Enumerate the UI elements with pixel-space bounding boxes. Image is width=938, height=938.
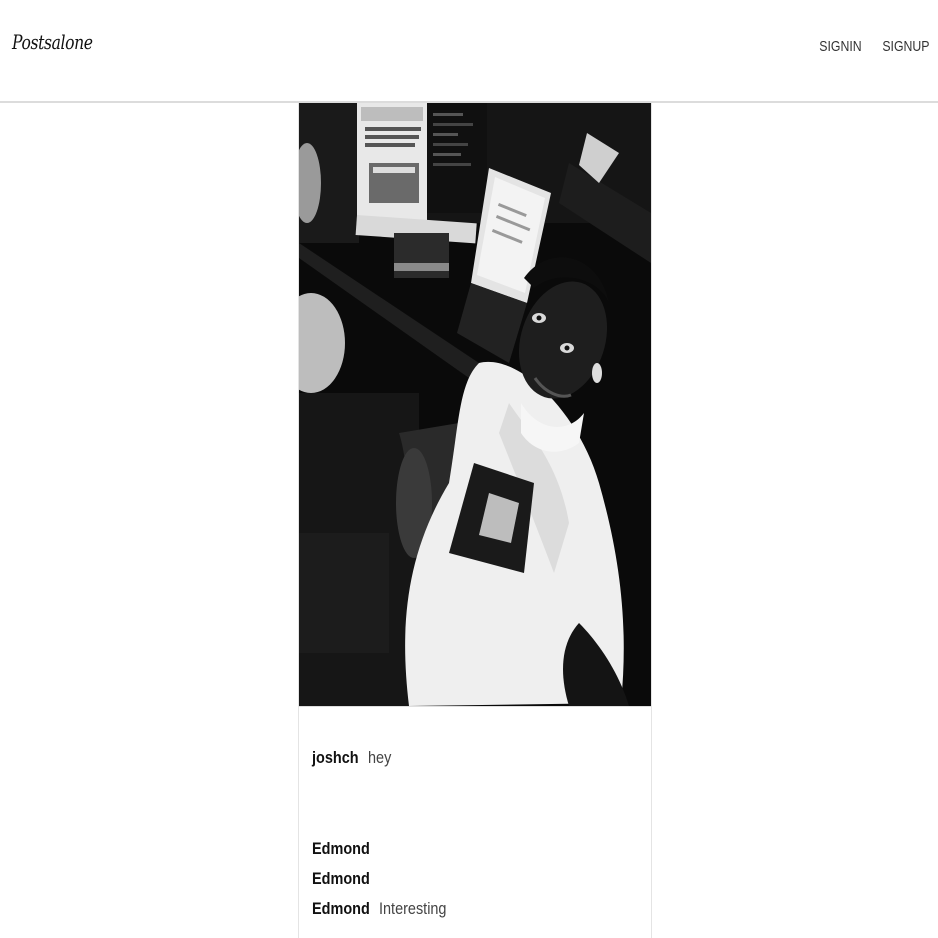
top-navbar: Postsalone SIGNIN SIGNUP <box>0 0 938 103</box>
post-card: joshch hey Edmond Edmond Edmond Interest… <box>298 103 652 938</box>
post-author[interactable]: joshch <box>312 748 359 768</box>
comment-user[interactable]: Edmond <box>312 837 370 861</box>
post-caption: joshch hey <box>312 748 395 768</box>
photo-divider <box>299 706 651 707</box>
comment-text: Interesting <box>378 899 447 918</box>
comment-user[interactable]: Edmond <box>312 867 370 891</box>
comment-user[interactable]: Edmond <box>312 897 370 921</box>
photo-illustration <box>299 103 651 706</box>
signup-link[interactable]: SIGNUP <box>883 38 930 55</box>
site-logo[interactable]: Postsalone <box>12 30 93 54</box>
auth-nav: SIGNIN SIGNUP <box>810 38 930 55</box>
post-caption-text: hey <box>367 748 391 767</box>
post-photo[interactable] <box>299 103 651 706</box>
comments-list: Edmond Edmond Edmond Interesting <box>312 837 458 927</box>
signin-link[interactable]: SIGNIN <box>819 38 861 55</box>
comment-item: Edmond <box>312 867 458 897</box>
comment-item: Edmond <box>312 837 458 867</box>
comment-item: Edmond Interesting <box>312 897 458 927</box>
